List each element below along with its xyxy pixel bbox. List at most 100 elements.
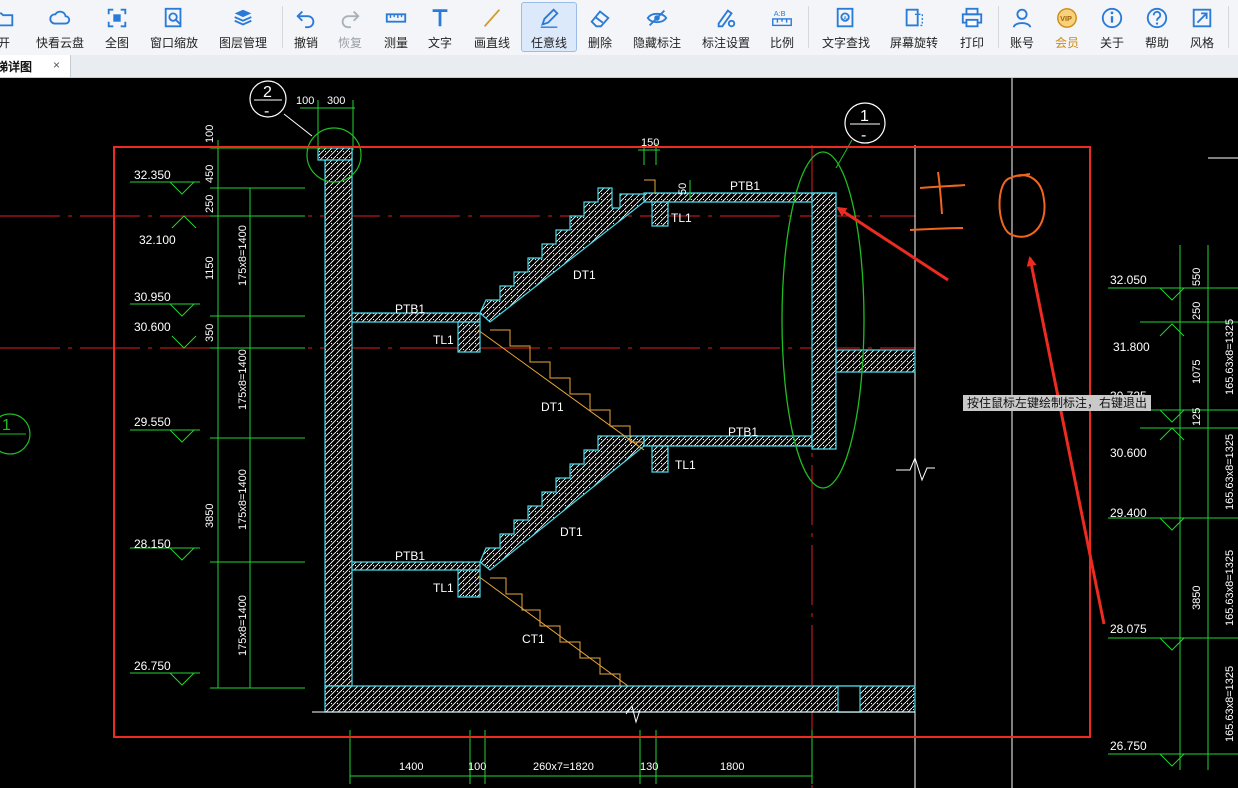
help-icon bbox=[1146, 7, 1168, 29]
draw-line-label: 画直线 bbox=[473, 36, 510, 50]
cad-text-top-dims: 100 300 150 50 bbox=[296, 95, 689, 195]
tab-stair-detail[interactable]: 梯详图 × bbox=[0, 55, 71, 77]
dimension-label: 300 bbox=[327, 95, 345, 107]
hide-annotation-label: 隐藏标注 bbox=[632, 36, 681, 50]
orange-handwritten-markup bbox=[909, 171, 1046, 238]
member-label: DT1 bbox=[573, 268, 596, 282]
elevation-label: 26.750 bbox=[134, 659, 171, 673]
dimension-label: 165.63x8=1325 bbox=[1224, 550, 1236, 626]
freehand-line-label: 任意线 bbox=[530, 36, 567, 50]
zoom-window-label: 窗口缩放 bbox=[149, 36, 198, 50]
cursor-hint-tooltip: 按住鼠标左键绘制标注，右键退出 bbox=[963, 395, 1152, 411]
member-label: PTB1 bbox=[728, 425, 758, 439]
info-icon bbox=[1101, 7, 1123, 29]
dimension-lines-top bbox=[300, 100, 691, 200]
svg-text:A: A bbox=[843, 16, 847, 22]
text-label: 文字 bbox=[427, 36, 452, 50]
dimension-label: 1075 bbox=[1191, 360, 1203, 384]
redo-button[interactable]: 恢复 bbox=[332, 2, 368, 52]
dimension-label: 550 bbox=[1191, 268, 1203, 286]
layers-icon bbox=[234, 9, 252, 26]
dimension-label: 175x8=1400 bbox=[237, 225, 249, 286]
layer-manager-button[interactable]: 图层管理 bbox=[212, 2, 274, 52]
member-label: TL1 bbox=[433, 581, 454, 595]
red-annotation-arrows bbox=[836, 206, 1106, 625]
section-number: 2 bbox=[263, 84, 272, 101]
print-button[interactable]: 打印 bbox=[954, 2, 990, 52]
member-label: TL1 bbox=[433, 333, 454, 347]
dimension-label: 175x8=1400 bbox=[237, 349, 249, 410]
style-button[interactable]: 风格 bbox=[1184, 2, 1220, 52]
elevation-label: 32.100 bbox=[139, 233, 176, 247]
toolbar-separator bbox=[1228, 6, 1229, 48]
dimension-label: 100 bbox=[468, 761, 486, 773]
style-label: 风格 bbox=[1189, 36, 1214, 50]
drawing-canvas[interactable]: 32.350 32.100 30.950 30.600 29.550 28.15… bbox=[0, 78, 1238, 788]
draw-line-button[interactable]: 画直线 bbox=[468, 2, 516, 52]
text-search-button[interactable]: A 文字查找 bbox=[816, 2, 876, 52]
printer-icon bbox=[961, 7, 983, 28]
dimension-label: 50 bbox=[677, 183, 689, 195]
text-button[interactable]: 文字 bbox=[422, 2, 458, 52]
account-button[interactable]: 账号 bbox=[1004, 2, 1040, 52]
ruler-icon bbox=[385, 13, 407, 23]
member-label: TL1 bbox=[671, 211, 692, 225]
tab-close-icon[interactable]: × bbox=[53, 58, 60, 72]
undo-label: 撤销 bbox=[293, 36, 318, 50]
zoom-window-button[interactable]: 窗口缩放 bbox=[144, 2, 204, 52]
open-button[interactable]: 开 bbox=[0, 2, 26, 52]
freehand-pen-icon bbox=[540, 8, 559, 28]
user-icon bbox=[1012, 8, 1032, 28]
elevation-label: 29.550 bbox=[134, 415, 171, 429]
member-label: TL1 bbox=[675, 458, 696, 472]
freehand-line-button[interactable]: 任意线 bbox=[521, 2, 577, 52]
scale-label: 比例 bbox=[769, 36, 794, 50]
help-label: 帮助 bbox=[1144, 36, 1169, 50]
full-view-button[interactable]: 全图 bbox=[96, 2, 138, 52]
member-label: PTB1 bbox=[395, 302, 425, 316]
dimension-label: 165.63x8=1325 bbox=[1224, 434, 1236, 510]
redo-icon bbox=[341, 10, 360, 29]
help-button[interactable]: 帮助 bbox=[1139, 2, 1175, 52]
measure-label: 测量 bbox=[383, 36, 408, 50]
cad-text-bottom-dims: 1400 100 260x7=1820 130 1800 bbox=[399, 761, 744, 773]
rotate-screen-label: 屏幕旋转 bbox=[889, 36, 938, 50]
about-button[interactable]: 关于 bbox=[1094, 2, 1130, 52]
scale-button[interactable]: A:B 比例 bbox=[764, 2, 800, 52]
text-icon bbox=[432, 9, 448, 27]
dimension-label: 3850 bbox=[204, 504, 216, 528]
delete-button[interactable]: 删除 bbox=[582, 2, 618, 52]
print-label: 打印 bbox=[959, 36, 984, 50]
full-view-icon bbox=[107, 8, 127, 28]
toolbar-separator bbox=[282, 6, 283, 48]
elevation-label: 28.075 bbox=[1110, 622, 1147, 636]
annotation-settings-button[interactable]: 标注设置 bbox=[695, 2, 757, 52]
hide-annotation-button[interactable]: 隐藏标注 bbox=[628, 2, 686, 52]
elevation-label: 29.400 bbox=[1110, 506, 1147, 520]
undo-button[interactable]: 撤销 bbox=[288, 2, 324, 52]
svg-text:A:B: A:B bbox=[774, 9, 786, 18]
vip-button[interactable]: VIP 会员 bbox=[1049, 2, 1085, 52]
undo-icon bbox=[296, 10, 315, 29]
open-icon bbox=[0, 12, 14, 27]
toolbar-separator bbox=[998, 6, 999, 48]
stair-flights bbox=[479, 187, 645, 571]
rotate-screen-button[interactable]: 屏幕旋转 bbox=[884, 2, 944, 52]
elevation-label: 30.600 bbox=[1110, 446, 1147, 460]
elevation-label: 32.050 bbox=[1110, 273, 1147, 287]
cad-text-left-dims: 100 450 250 1150 350 3850 175x8=1400 175… bbox=[204, 125, 249, 656]
dimension-label: 1400 bbox=[399, 761, 423, 773]
dimension-label: 100 bbox=[296, 95, 314, 107]
dimension-label: 3850 bbox=[1191, 586, 1203, 610]
member-label: PTB1 bbox=[730, 179, 760, 193]
cloud-icon bbox=[49, 10, 71, 25]
main-toolbar: 开 快看云盘 全图 窗口缩放 图层管理 撤销 恢复 测量 文字 画直线 任意线 bbox=[0, 0, 1238, 56]
dimension-lines-left bbox=[130, 140, 330, 689]
cloud-disk-button[interactable]: 快看云盘 bbox=[30, 2, 90, 52]
elevation-label: 30.600 bbox=[134, 320, 171, 334]
measure-button[interactable]: 测量 bbox=[378, 2, 414, 52]
dimension-label: 130 bbox=[640, 761, 658, 773]
dimension-lines-bottom bbox=[349, 730, 813, 784]
layer-manager-label: 图层管理 bbox=[218, 36, 267, 50]
cad-text-right: 32.050 31.800 30.725 30.600 29.400 28.07… bbox=[1110, 273, 1150, 753]
